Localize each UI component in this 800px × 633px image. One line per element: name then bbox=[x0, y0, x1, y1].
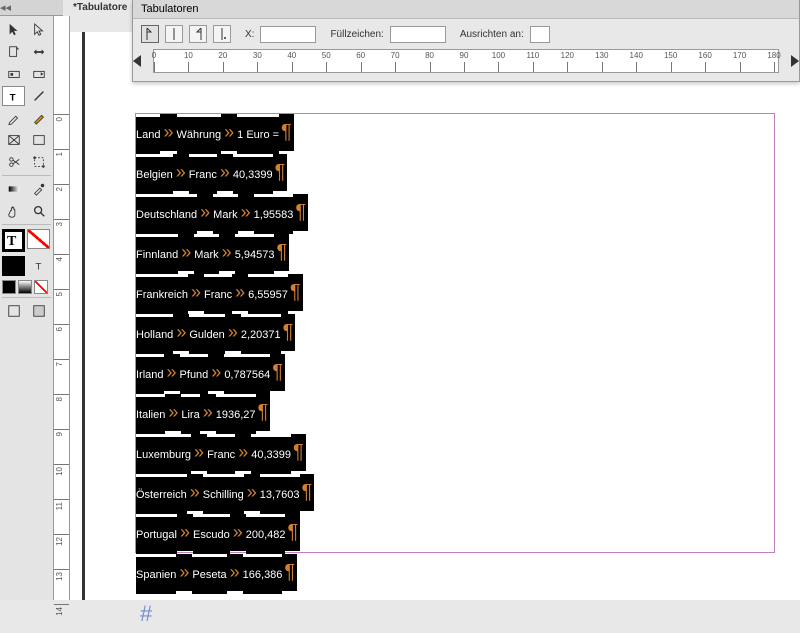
text-frame[interactable]: Land»Währung»1 Euro =¶Belgien»Franc»40,3… bbox=[135, 113, 775, 553]
free-transform-tool[interactable] bbox=[27, 152, 50, 172]
text-line[interactable]: Italien»Lira»1936,27¶ bbox=[136, 394, 774, 434]
x-label: X: bbox=[245, 29, 254, 40]
view-mode-preview[interactable] bbox=[27, 301, 50, 321]
text-line[interactable]: Holland»Gulden»2,20371¶ bbox=[136, 314, 774, 354]
view-mode-normal[interactable] bbox=[2, 301, 25, 321]
tabs-panel: Tabulatoren X: Füllzeichen: Ausrichten a… bbox=[132, 0, 800, 82]
svg-text:T: T bbox=[35, 262, 41, 273]
gradient-tool[interactable] bbox=[2, 179, 25, 199]
toolbox: T T T bbox=[0, 16, 54, 600]
text-line[interactable]: Deutschland»Mark»1,95583¶ bbox=[136, 194, 774, 234]
page-tool[interactable] bbox=[2, 42, 25, 62]
text-line[interactable]: Land»Währung»1 Euro =¶ bbox=[136, 114, 774, 154]
document-tab[interactable]: *Tabulatore bbox=[63, 0, 138, 16]
stroke-color-swatch[interactable] bbox=[27, 229, 50, 249]
page-edge bbox=[82, 32, 85, 600]
text-line[interactable]: Irland»Pfund»0,787564¶ bbox=[136, 354, 774, 394]
rectangle-frame-tool[interactable] bbox=[2, 130, 25, 150]
tab-ruler[interactable]: 0102030405060708090100110120130140150160… bbox=[153, 49, 779, 73]
x-input[interactable] bbox=[260, 26, 316, 43]
align-input[interactable] bbox=[530, 26, 550, 43]
direct-selection-tool[interactable] bbox=[27, 20, 50, 40]
formatting-text[interactable]: T bbox=[27, 256, 50, 276]
ruler-scroll-right[interactable] bbox=[791, 55, 799, 67]
text-line[interactable]: Frankreich»Franc»6,55957¶ bbox=[136, 274, 774, 314]
tabs-panel-title: Tabulatoren bbox=[133, 0, 799, 19]
type-tool[interactable]: T bbox=[2, 86, 25, 106]
ruler-scroll-left[interactable] bbox=[133, 55, 141, 67]
text-line[interactable]: Finnland»Mark»5,94573¶ bbox=[136, 234, 774, 274]
selection-tool[interactable] bbox=[2, 20, 25, 40]
hand-tool[interactable] bbox=[2, 201, 25, 221]
fill-label: Füllzeichen: bbox=[330, 29, 383, 40]
content-placer-tool[interactable] bbox=[27, 64, 50, 84]
apply-color[interactable] bbox=[2, 256, 25, 276]
default-fill[interactable] bbox=[2, 280, 16, 294]
gap-tool[interactable] bbox=[27, 42, 50, 62]
fill-input[interactable] bbox=[390, 26, 446, 43]
pen-tool[interactable] bbox=[2, 108, 25, 128]
text-line[interactable]: Spanien»Peseta»166,386¶ bbox=[136, 554, 774, 594]
tabs-panel-controls: X: Füllzeichen: Ausrichten an: bbox=[133, 19, 799, 49]
zoom-tool[interactable] bbox=[27, 201, 50, 221]
vertical-ruler: 01234567891011121314 bbox=[54, 16, 70, 600]
pencil-tool[interactable] bbox=[27, 108, 50, 128]
text-line[interactable]: Belgien»Franc»40,3399¶ bbox=[136, 154, 774, 194]
tab-align-center[interactable] bbox=[165, 25, 183, 43]
fill-color-swatch[interactable]: T bbox=[2, 229, 25, 252]
tab-align-decimal[interactable] bbox=[213, 25, 231, 43]
scissors-tool[interactable] bbox=[2, 152, 25, 172]
default-none[interactable] bbox=[34, 280, 48, 294]
svg-text:T: T bbox=[9, 92, 15, 103]
content-collector-tool[interactable] bbox=[2, 64, 25, 84]
tab-align-left[interactable] bbox=[141, 25, 159, 43]
collapse-icon[interactable]: ◂◂ bbox=[0, 1, 10, 14]
tab-align-right[interactable] bbox=[189, 25, 207, 43]
line-tool[interactable] bbox=[27, 86, 50, 106]
default-gradient[interactable] bbox=[18, 280, 32, 294]
eyedropper-tool[interactable] bbox=[27, 179, 50, 199]
rectangle-tool[interactable] bbox=[27, 130, 50, 150]
align-label: Ausrichten an: bbox=[460, 29, 524, 40]
text-line[interactable]: Österreich»Schilling»13,7603¶ bbox=[136, 474, 774, 514]
text-line[interactable]: Portugal»Escudo»200,482¶ bbox=[136, 514, 774, 554]
text-content[interactable]: Land»Währung»1 Euro =¶Belgien»Franc»40,3… bbox=[136, 114, 774, 633]
text-line[interactable]: Luxemburg»Franc»40,3399¶ bbox=[136, 434, 774, 474]
